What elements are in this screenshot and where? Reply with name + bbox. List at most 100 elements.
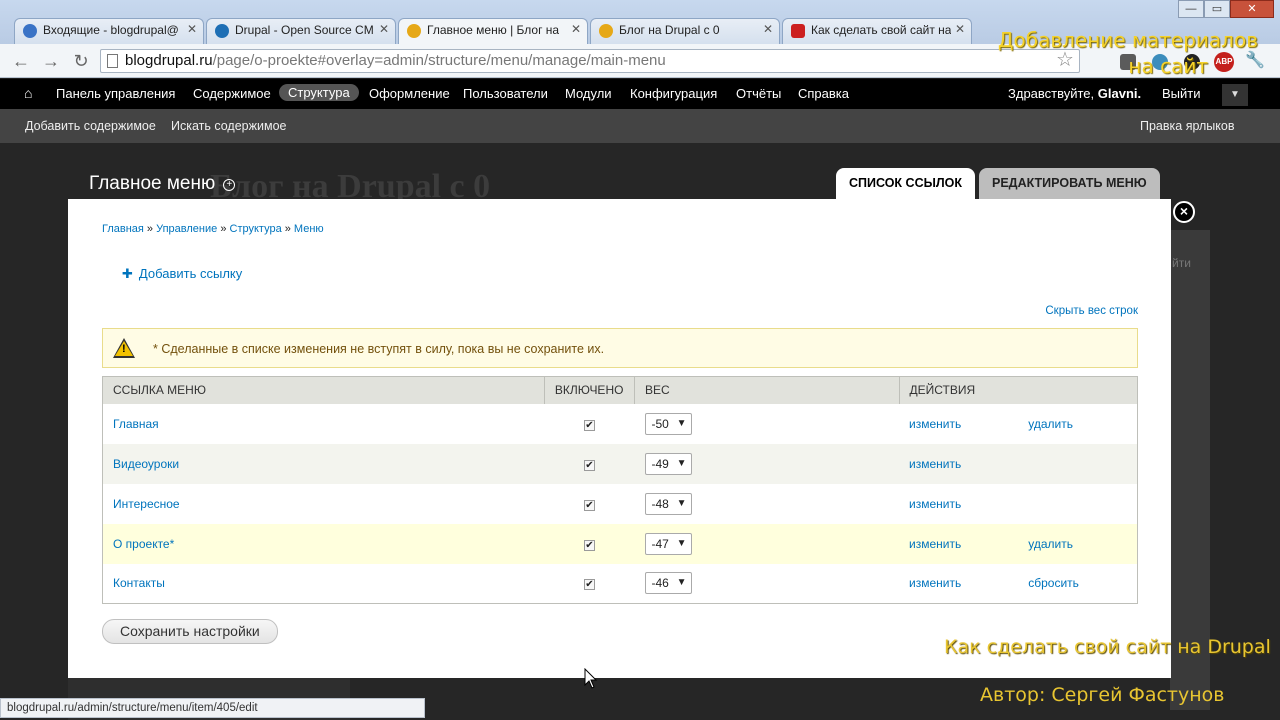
mail-favicon-icon bbox=[23, 24, 37, 38]
shortcut-find-content[interactable]: Искать содержимое bbox=[171, 119, 286, 133]
dropdown-arrow-icon: ▼ bbox=[676, 497, 687, 509]
browser-tab[interactable]: Блог на Drupal c 0 ✕ bbox=[590, 18, 780, 44]
warning-message: ! * Сделанные в списке изменения не всту… bbox=[102, 328, 1138, 368]
status-bar-url: blogdrupal.ru/admin/structure/menu/item/… bbox=[0, 698, 425, 718]
edit-link[interactable]: изменить bbox=[909, 457, 961, 471]
tab-title: Как сделать свой сайт на bbox=[811, 23, 952, 37]
column-header-weight: ВЕС bbox=[634, 376, 900, 404]
browser-tab[interactable]: Входящие - blogdrupal@ ✕ bbox=[14, 18, 204, 44]
site-favicon-icon bbox=[407, 24, 421, 38]
tab-close-icon[interactable]: ✕ bbox=[955, 22, 965, 36]
reset-link[interactable]: сбросить bbox=[1028, 576, 1079, 590]
edit-link[interactable]: изменить bbox=[909, 417, 961, 431]
warning-text: * Сделанные в списке изменения не вступя… bbox=[153, 342, 605, 356]
toolbar-item-modules[interactable]: Модули bbox=[565, 86, 612, 101]
browser-tab[interactable]: Как сделать свой сайт на ✕ bbox=[782, 18, 972, 44]
breadcrumb-admin[interactable]: Управление bbox=[156, 223, 217, 235]
minimize-button[interactable]: — bbox=[1178, 0, 1204, 18]
weight-value: -49 bbox=[651, 456, 669, 471]
toolbar-drawer-toggle[interactable]: ▼ bbox=[1222, 84, 1248, 106]
url-input[interactable]: blogdrupal.ru/page/o-proekte#overlay=adm… bbox=[100, 49, 1080, 73]
weight-select[interactable]: -49 ▼ bbox=[644, 452, 692, 475]
toolbar-item-dashboard[interactable]: Панель управления bbox=[56, 86, 175, 101]
weight-value: -46 bbox=[651, 576, 669, 591]
overlay-panel: Главная » Управление » Структура » Меню … bbox=[68, 199, 1171, 678]
toolbar-item-structure[interactable]: Структура bbox=[279, 84, 359, 101]
tab-close-icon[interactable]: ✕ bbox=[571, 22, 581, 36]
tab-close-icon[interactable]: ✕ bbox=[379, 22, 389, 36]
enabled-checkbox[interactable]: ✔ bbox=[583, 499, 595, 511]
browser-tab-active[interactable]: Главное меню | Блог на ✕ bbox=[398, 18, 588, 44]
window-close-button[interactable]: ✕ bbox=[1230, 0, 1274, 18]
weight-select[interactable]: -47 ▼ bbox=[644, 532, 692, 555]
table-row: Контакты ✔ -46 ▼ изменить сбросить bbox=[103, 564, 1138, 604]
add-shortcut-icon[interactable]: + bbox=[223, 179, 236, 191]
enabled-checkbox[interactable]: ✔ bbox=[583, 459, 595, 471]
page-title: Главное меню bbox=[89, 173, 216, 194]
tab-close-icon[interactable]: ✕ bbox=[763, 22, 773, 36]
url-host: blogdrupal.ru bbox=[125, 52, 213, 69]
delete-link[interactable]: удалить bbox=[1028, 417, 1073, 431]
breadcrumb: Главная » Управление » Структура » Меню bbox=[102, 223, 324, 235]
background-side-text: йти bbox=[1172, 256, 1191, 270]
shortcut-add-content[interactable]: Добавить содержимое bbox=[25, 119, 156, 133]
reload-icon[interactable]: ↻ bbox=[70, 50, 92, 72]
page-icon bbox=[107, 54, 118, 68]
breadcrumb-home[interactable]: Главная bbox=[102, 223, 144, 235]
enabled-checkbox[interactable]: ✔ bbox=[583, 579, 595, 591]
toolbar-item-people[interactable]: Пользователи bbox=[463, 86, 548, 101]
save-settings-button[interactable]: Сохранить настройки bbox=[102, 619, 278, 644]
overlay-close-icon[interactable]: × bbox=[1173, 201, 1195, 223]
greeting-prefix: Здравствуйте, bbox=[1008, 86, 1098, 101]
edit-link[interactable]: изменить bbox=[909, 537, 961, 551]
menu-link-title[interactable]: Контакты bbox=[113, 576, 165, 590]
greeting-username[interactable]: Glavni. bbox=[1098, 86, 1141, 101]
breadcrumb-structure[interactable]: Структура bbox=[230, 223, 282, 235]
breadcrumb-separator: » bbox=[217, 223, 230, 235]
weight-select[interactable]: -48 ▼ bbox=[644, 492, 692, 515]
table-row: Главная ✔ -50 ▼ изменить удалить bbox=[103, 404, 1138, 444]
dropdown-arrow-icon: ▼ bbox=[676, 537, 687, 549]
breadcrumb-menu[interactable]: Меню bbox=[294, 223, 324, 235]
edit-shortcuts-link[interactable]: Правка ярлыков bbox=[1140, 119, 1234, 133]
home-icon[interactable]: ⌂ bbox=[24, 86, 38, 100]
dropdown-arrow-icon: ▼ bbox=[676, 417, 687, 429]
add-link-action[interactable]: ✚ Добавить ссылку bbox=[122, 266, 242, 282]
maximize-button[interactable]: ▭ bbox=[1204, 0, 1230, 18]
hide-row-weights-link[interactable]: Скрыть вес строк bbox=[1045, 305, 1138, 317]
table-row-changed: О проекте* ✔ -47 ▼ изменить удалить bbox=[102, 523, 1138, 564]
enabled-checkbox[interactable]: ✔ bbox=[583, 419, 595, 431]
enabled-checkbox[interactable]: ✔ bbox=[583, 539, 595, 551]
edit-link[interactable]: изменить bbox=[909, 576, 961, 590]
toolbar-item-appearance[interactable]: Оформление bbox=[369, 86, 450, 101]
breadcrumb-separator: » bbox=[281, 223, 294, 235]
watermark-top-line1: Добавление материалов bbox=[997, 28, 1258, 52]
weight-select[interactable]: -46 ▼ bbox=[644, 572, 692, 595]
toolbar-item-reports[interactable]: Отчёты bbox=[736, 86, 781, 101]
tab-close-icon[interactable]: ✕ bbox=[187, 22, 197, 36]
browser-tab[interactable]: Drupal - Open Source CM ✕ bbox=[206, 18, 396, 44]
weight-value: -48 bbox=[651, 496, 669, 511]
back-arrow-icon[interactable]: ← bbox=[10, 50, 32, 72]
table-row: Видеоуроки ✔ -49 ▼ изменить bbox=[102, 443, 1138, 484]
delete-link[interactable]: удалить bbox=[1028, 537, 1073, 551]
menu-link-title[interactable]: О проекте* bbox=[113, 537, 174, 551]
watermark-course-title: Как сделать свой сайт на Drupal bbox=[944, 636, 1271, 658]
watermark-author: Автор: Сергей Фастунов bbox=[980, 684, 1225, 706]
edit-link[interactable]: изменить bbox=[909, 497, 961, 511]
toolbar-item-configuration[interactable]: Конфигурация bbox=[630, 86, 717, 101]
tab-edit-menu[interactable]: РЕДАКТИРОВАТЬ МЕНЮ bbox=[979, 168, 1160, 199]
toolbar-item-help[interactable]: Справка bbox=[798, 86, 849, 101]
menu-link-title[interactable]: Интересное bbox=[113, 497, 180, 511]
column-header-actions: ДЕЙСТВИЯ bbox=[899, 376, 1138, 404]
toolbar-item-content[interactable]: Содержимое bbox=[193, 86, 271, 101]
drupal-favicon-icon bbox=[215, 24, 229, 38]
forward-arrow-icon[interactable]: → bbox=[40, 50, 62, 72]
logout-link[interactable]: Выйти bbox=[1162, 86, 1201, 101]
column-header-menu-link: ССЫЛКА МЕНЮ bbox=[102, 376, 545, 404]
menu-link-title[interactable]: Главная bbox=[113, 417, 159, 431]
tab-links-list[interactable]: СПИСОК ССЫЛОК bbox=[836, 168, 975, 199]
greeting: Здравствуйте, Glavni. bbox=[1008, 86, 1141, 101]
weight-select[interactable]: -50 ▼ bbox=[644, 412, 692, 435]
menu-link-title[interactable]: Видеоуроки bbox=[113, 457, 179, 471]
